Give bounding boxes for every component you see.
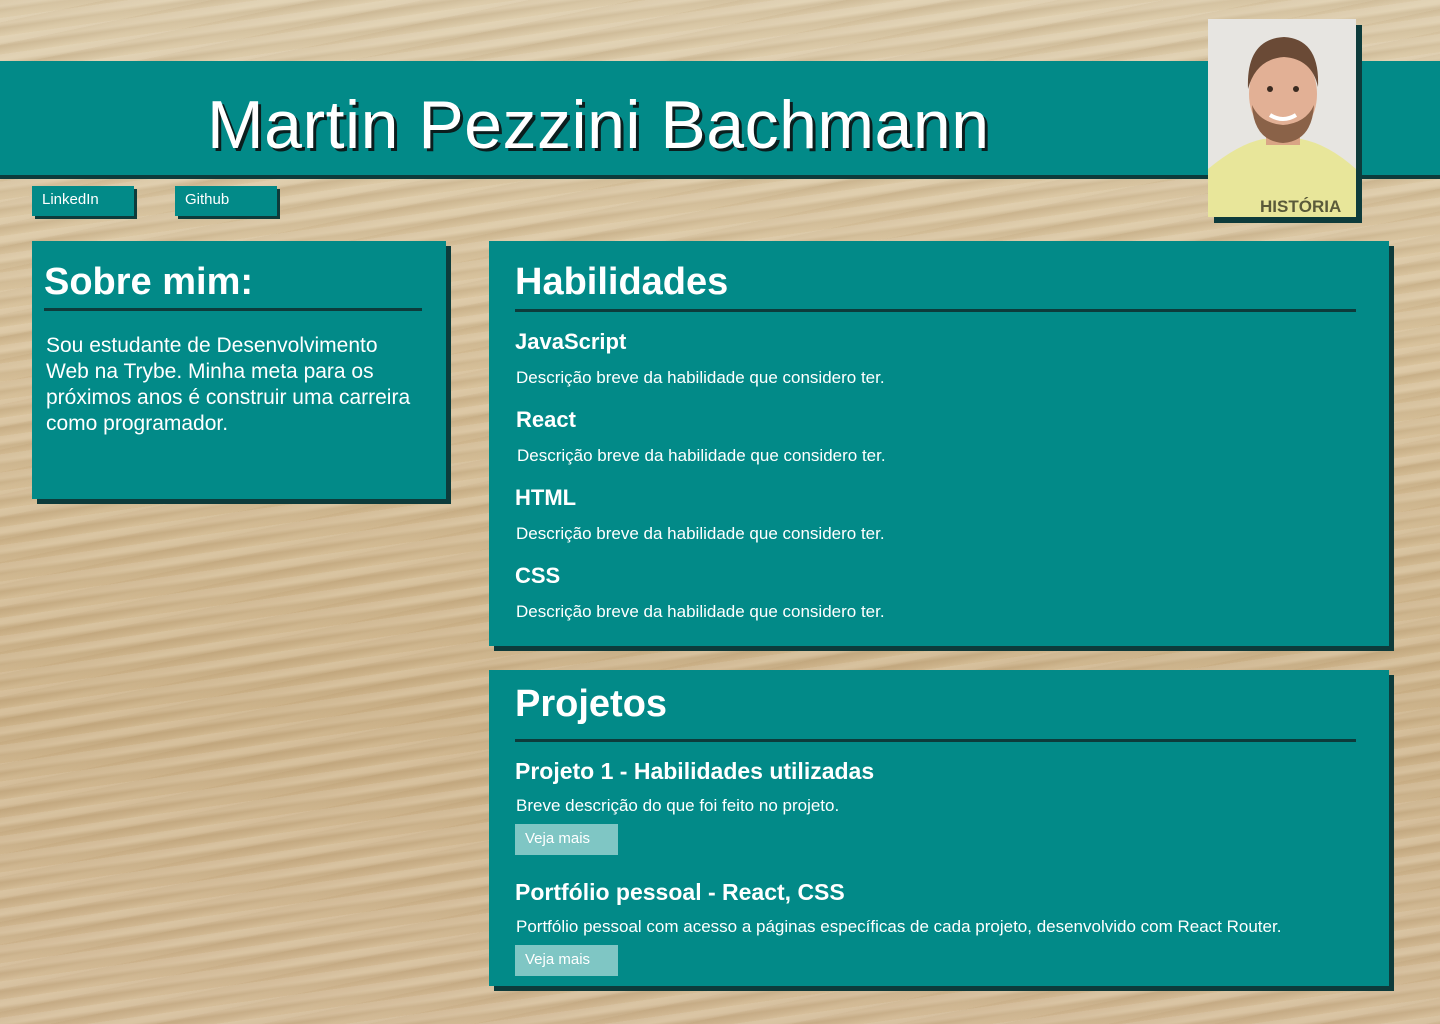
projects-divider (515, 739, 1356, 742)
shirt-logo-text: HISTÓRIA (1260, 197, 1341, 216)
about-divider (44, 308, 422, 311)
about-text: Sou estudante de Desenvolvimento Web na … (46, 334, 411, 435)
skill-name: JavaScript (515, 329, 627, 354)
see-more-button[interactable]: Veja mais (515, 945, 618, 976)
projects-card: Projetos Projeto 1 - Habilidades utiliza… (489, 670, 1389, 986)
skill-name: HTML (515, 485, 577, 510)
page-title: Martin Pezzini Bachmann (207, 87, 990, 163)
skill-desc: Descrição breve da habilidade que consid… (516, 524, 885, 543)
skill-desc: Descrição breve da habilidade que consid… (516, 602, 885, 621)
project-name: Portfólio pessoal - React, CSS (515, 879, 845, 905)
about-title: Sobre mim: (44, 261, 254, 303)
skill-desc: Descrição breve da habilidade que consid… (516, 368, 885, 387)
project-desc: Breve descrição do que foi feito no proj… (516, 796, 840, 815)
project-desc: Portfólio pessoal com acesso a páginas e… (516, 917, 1282, 936)
profile-photo: HISTÓRIA (1208, 19, 1356, 217)
projects-title: Projetos (515, 683, 668, 725)
about-card: Sobre mim: Sou estudante de Desenvolvime… (32, 241, 446, 499)
project-name: Projeto 1 - Habilidades utilizadas (515, 758, 875, 784)
skills-title: Habilidades (515, 261, 729, 303)
linkedin-button[interactable]: LinkedIn (32, 186, 134, 216)
skill-desc: Descrição breve da habilidade que consid… (517, 446, 886, 465)
skills-divider (515, 309, 1356, 312)
skill-name: CSS (515, 563, 561, 588)
github-button[interactable]: Github (175, 186, 277, 216)
skill-name: React (516, 407, 576, 432)
skills-card: Habilidades JavaScript Descrição breve d… (489, 241, 1389, 646)
see-more-button[interactable]: Veja mais (515, 824, 618, 855)
